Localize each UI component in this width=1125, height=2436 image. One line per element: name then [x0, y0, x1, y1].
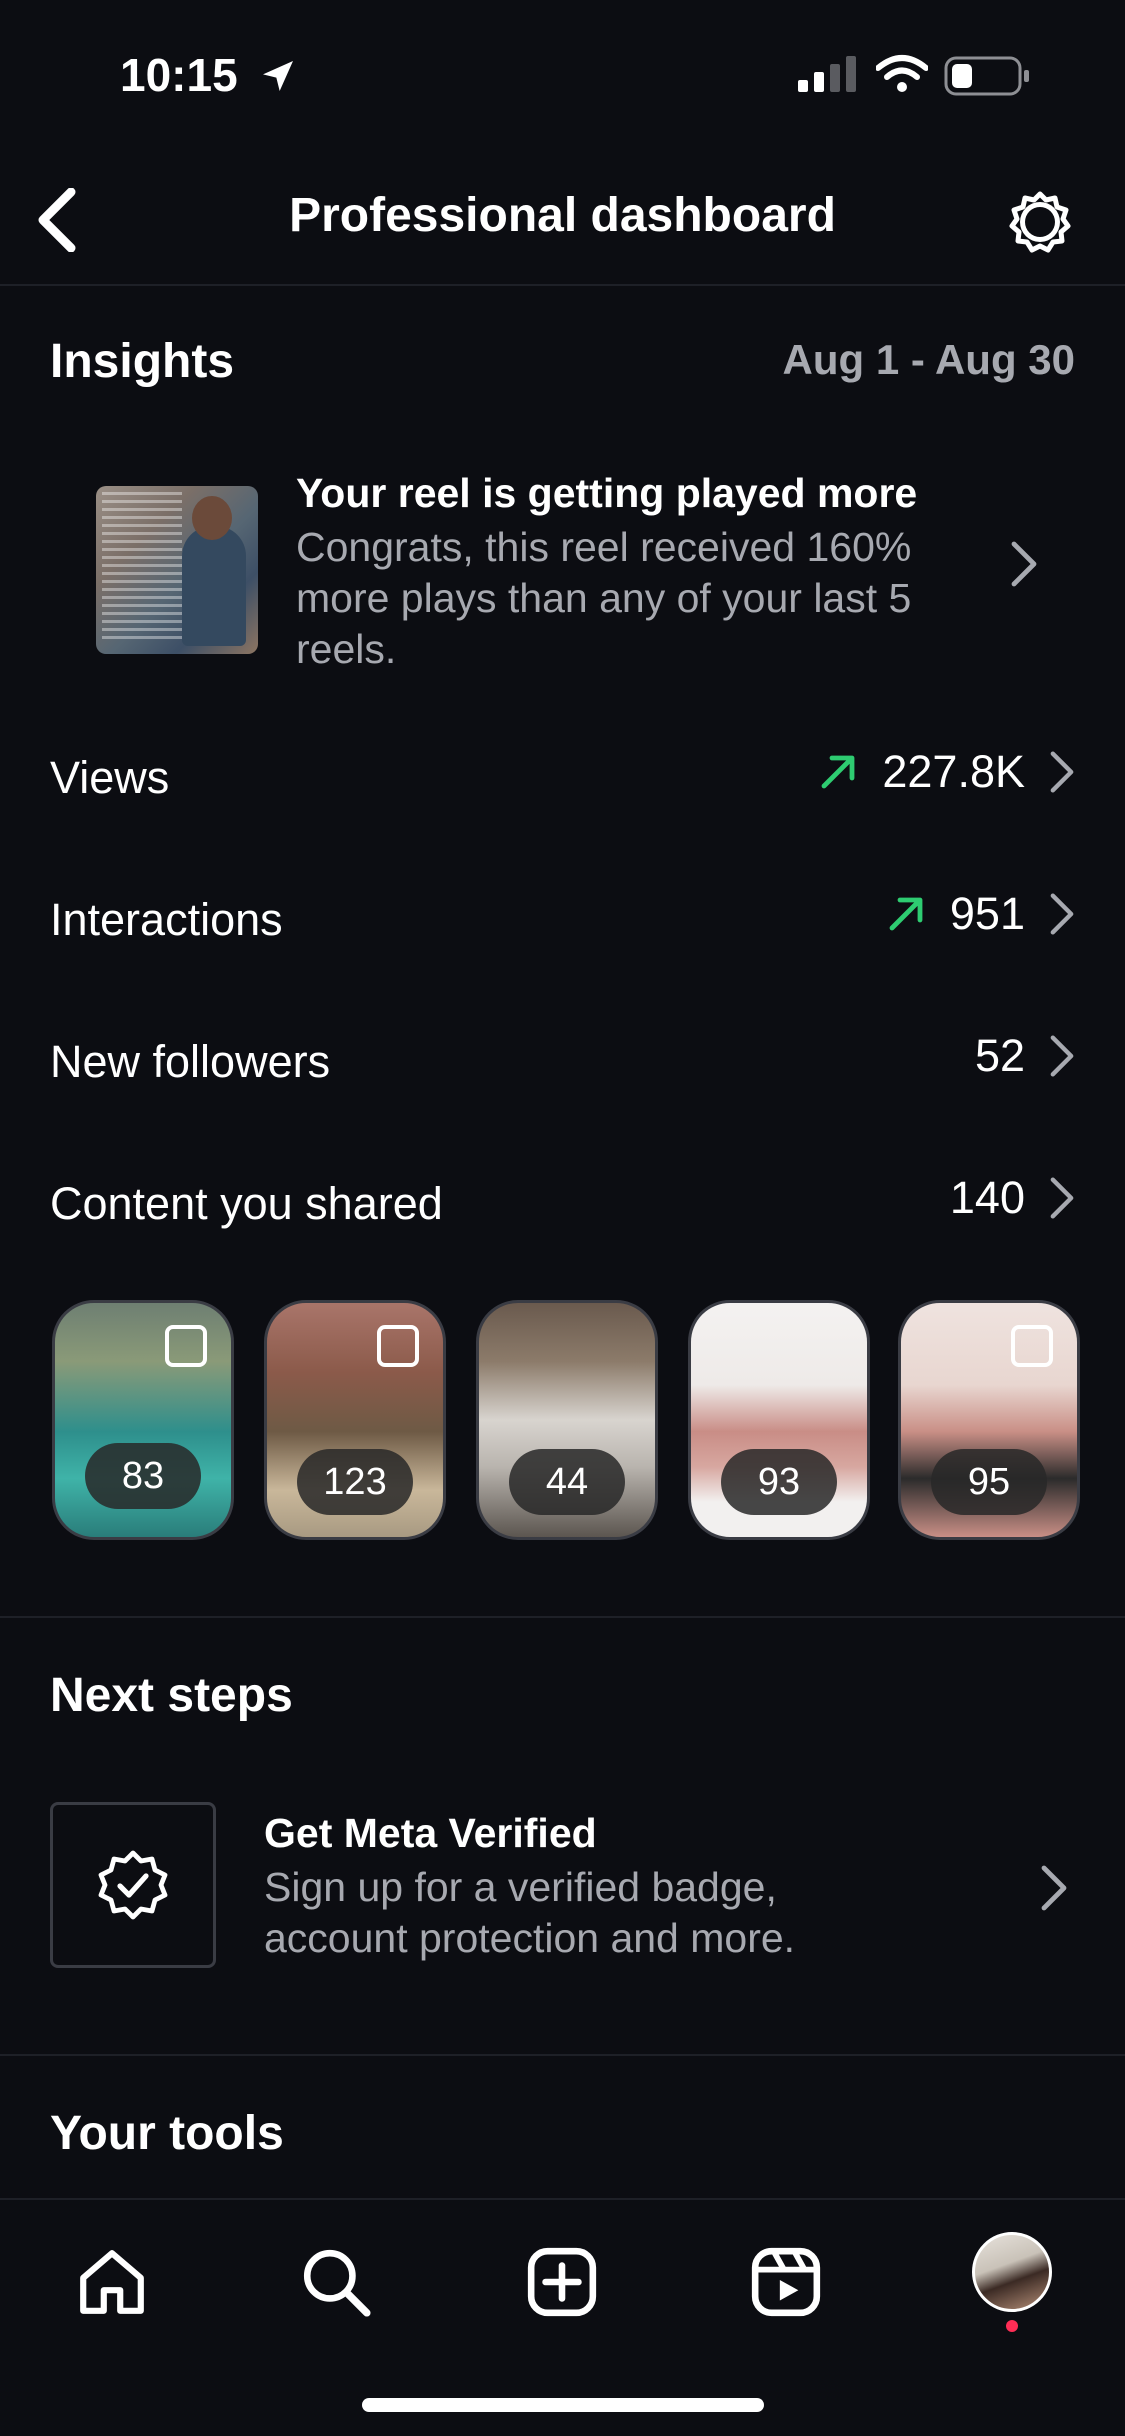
reels-icon [751, 2247, 821, 2317]
content-count: 93 [721, 1449, 837, 1515]
metric-value: 227.8K [882, 746, 1025, 797]
content-thumbnail[interactable]: 93 [688, 1300, 870, 1540]
cellular-signal-icon [798, 56, 856, 92]
content-count: 44 [509, 1449, 625, 1515]
notification-dot [1006, 2320, 1018, 2332]
battery-icon [944, 56, 1029, 96]
create-icon [527, 2247, 597, 2317]
tab-home[interactable] [62, 2232, 162, 2332]
reel-thumbnail [96, 486, 258, 654]
section-divider [0, 2054, 1125, 2056]
settings-button[interactable] [1000, 182, 1080, 262]
content-thumbnail[interactable]: 95 [898, 1300, 1080, 1540]
metric-label: Content you shared [50, 1178, 443, 1229]
search-icon [303, 2249, 371, 2317]
carousel-icon [377, 1325, 419, 1367]
tab-reels[interactable] [736, 2232, 836, 2332]
content-count: 95 [931, 1449, 1047, 1515]
meta-verified-title: Get Meta Verified [264, 1810, 597, 1856]
insights-title: Insights [50, 335, 235, 388]
tab-create[interactable] [512, 2232, 612, 2332]
carousel-icon [165, 1325, 207, 1367]
content-thumbnail[interactable]: 44 [476, 1300, 658, 1540]
content-count: 123 [297, 1449, 413, 1515]
page-title: Professional dashboard [289, 189, 836, 242]
chevron-right-icon [1050, 893, 1074, 935]
chevron-right-icon [1011, 541, 1037, 587]
highlight-body: Congrats, this reel received 160% more p… [296, 524, 912, 672]
header-divider [0, 284, 1125, 286]
home-icon [80, 2250, 144, 2314]
meta-verified-body: Sign up for a verified badge, account pr… [264, 1864, 796, 1961]
tab-profile-avatar[interactable] [972, 2232, 1052, 2312]
metric-value: 52 [974, 1030, 1025, 1081]
metric-label: Views [50, 752, 170, 803]
chevron-right-icon [1041, 1865, 1067, 1911]
metric-row-content-shared[interactable]: Content you shared 140 [0, 1150, 1125, 1260]
content-thumbnail[interactable]: 123 [264, 1300, 446, 1540]
metric-label: New followers [50, 1036, 331, 1087]
chevron-right-icon [1050, 1035, 1074, 1077]
location-arrow-icon [263, 61, 293, 91]
tab-search[interactable] [286, 2232, 386, 2332]
metric-row-views[interactable]: Views 227.8K [0, 724, 1125, 834]
content-thumbnail[interactable]: 83 [52, 1300, 234, 1540]
your-tools-title: Your tools [50, 2107, 284, 2160]
trend-up-icon [889, 897, 923, 931]
chevron-right-icon [1050, 1177, 1074, 1219]
date-range[interactable]: Aug 1 - Aug 30 [783, 336, 1075, 384]
wifi-icon [876, 55, 928, 92]
home-indicator [362, 2398, 764, 2412]
metric-label: Interactions [50, 894, 283, 945]
metric-value: 140 [949, 1172, 1025, 1223]
metric-row-new-followers[interactable]: New followers 52 [0, 1008, 1125, 1118]
metric-row-interactions[interactable]: Interactions 951 [0, 866, 1125, 976]
chevron-right-icon [1050, 751, 1074, 793]
status-time: 10:15 [120, 49, 238, 101]
trend-up-icon [821, 755, 855, 789]
highlight-title: Your reel is getting played more [296, 470, 918, 516]
content-count: 83 [85, 1443, 201, 1509]
section-divider [0, 1616, 1125, 1618]
settings-icon [1009, 191, 1071, 253]
next-steps-title: Next steps [50, 1669, 293, 1722]
metric-value: 951 [949, 888, 1025, 939]
carousel-icon [1011, 1325, 1053, 1367]
